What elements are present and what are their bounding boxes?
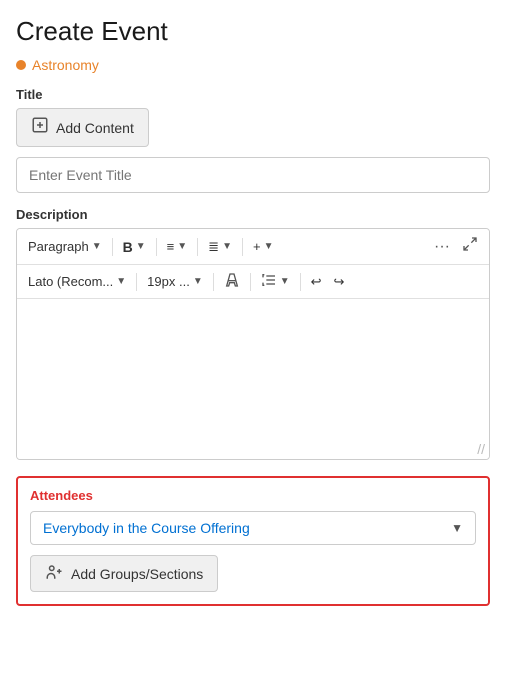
paragraph-dropdown[interactable]: Paragraph ▼ bbox=[23, 236, 107, 257]
add-content-button[interactable]: Add Content bbox=[16, 108, 149, 147]
align-button[interactable]: ≡ ▼ bbox=[162, 236, 193, 257]
bold-button[interactable]: B ▼ bbox=[118, 236, 151, 258]
attendees-section: Attendees Everybody in the Course Offeri… bbox=[16, 476, 490, 606]
bold-icon: B bbox=[123, 239, 133, 255]
editor-body[interactable]: // bbox=[17, 299, 489, 459]
line-height-icon bbox=[261, 272, 277, 291]
expand-icon bbox=[462, 236, 478, 257]
sep2 bbox=[156, 238, 157, 256]
bold-caret: ▼ bbox=[136, 241, 146, 252]
font-size-caret: ▼ bbox=[193, 276, 203, 287]
add-groups-button[interactable]: Add Groups/Sections bbox=[30, 555, 218, 592]
add-groups-icon bbox=[45, 563, 63, 584]
font-family-caret: ▼ bbox=[116, 276, 126, 287]
attendees-label: Attendees bbox=[30, 488, 476, 503]
attendees-chevron-icon: ▼ bbox=[451, 521, 463, 535]
undo-icon: ↩ bbox=[311, 274, 322, 290]
sep1 bbox=[112, 238, 113, 256]
attendees-dropdown[interactable]: Everybody in the Course Offering ▼ bbox=[30, 511, 476, 545]
font-family-dropdown[interactable]: Lato (Recom... ▼ bbox=[23, 271, 131, 292]
page-container: Create Event Astronomy Title Add Content… bbox=[0, 0, 506, 681]
sep8 bbox=[300, 273, 301, 291]
font-size-dropdown[interactable]: 19px ... ▼ bbox=[142, 271, 208, 292]
insert-caret: ▼ bbox=[264, 241, 274, 252]
page-title: Create Event bbox=[16, 16, 490, 47]
sep3 bbox=[197, 238, 198, 256]
redo-button[interactable]: ↪ bbox=[329, 271, 350, 293]
font-family-label: Lato (Recom... bbox=[28, 274, 113, 289]
add-groups-label: Add Groups/Sections bbox=[71, 566, 203, 582]
text-color-button[interactable] bbox=[219, 269, 245, 294]
redo-icon: ↪ bbox=[334, 274, 345, 290]
sep4 bbox=[242, 238, 243, 256]
more-options-button[interactable]: ··· bbox=[429, 235, 455, 259]
add-content-label: Add Content bbox=[56, 120, 134, 136]
list-button[interactable]: ≣ ▼ bbox=[203, 236, 237, 258]
line-height-caret: ▼ bbox=[280, 276, 290, 287]
list-icon: ≣ bbox=[208, 239, 219, 255]
more-options-icon: ··· bbox=[434, 238, 450, 256]
course-dot bbox=[16, 60, 26, 70]
expand-button[interactable] bbox=[457, 233, 483, 260]
list-caret: ▼ bbox=[222, 241, 232, 252]
paragraph-caret: ▼ bbox=[92, 241, 102, 252]
text-color-icon bbox=[224, 272, 240, 291]
undo-button[interactable]: ↩ bbox=[306, 271, 327, 293]
sep6 bbox=[213, 273, 214, 291]
editor-container: Paragraph ▼ B ▼ ≡ ▼ ≣ ▼ bbox=[16, 228, 490, 460]
add-content-icon bbox=[31, 116, 49, 139]
line-height-button[interactable]: ▼ bbox=[256, 269, 295, 294]
event-title-input[interactable] bbox=[16, 157, 490, 193]
toolbar-row1: Paragraph ▼ B ▼ ≡ ▼ ≣ ▼ bbox=[17, 229, 489, 265]
attendees-dropdown-text: Everybody in the Course Offering bbox=[43, 520, 250, 536]
insert-icon: + bbox=[253, 239, 261, 254]
sep7 bbox=[250, 273, 251, 291]
resize-handle: // bbox=[477, 441, 485, 457]
paragraph-label: Paragraph bbox=[28, 239, 89, 254]
align-icon: ≡ bbox=[167, 239, 175, 254]
insert-button[interactable]: + ▼ bbox=[248, 236, 279, 257]
title-label: Title bbox=[16, 87, 490, 102]
sep5 bbox=[136, 273, 137, 291]
align-caret: ▼ bbox=[177, 241, 187, 252]
course-name: Astronomy bbox=[32, 57, 99, 73]
font-size-label: 19px ... bbox=[147, 274, 190, 289]
description-label: Description bbox=[16, 207, 490, 222]
toolbar-row2: Lato (Recom... ▼ 19px ... ▼ bbox=[17, 265, 489, 299]
course-badge: Astronomy bbox=[16, 57, 490, 73]
